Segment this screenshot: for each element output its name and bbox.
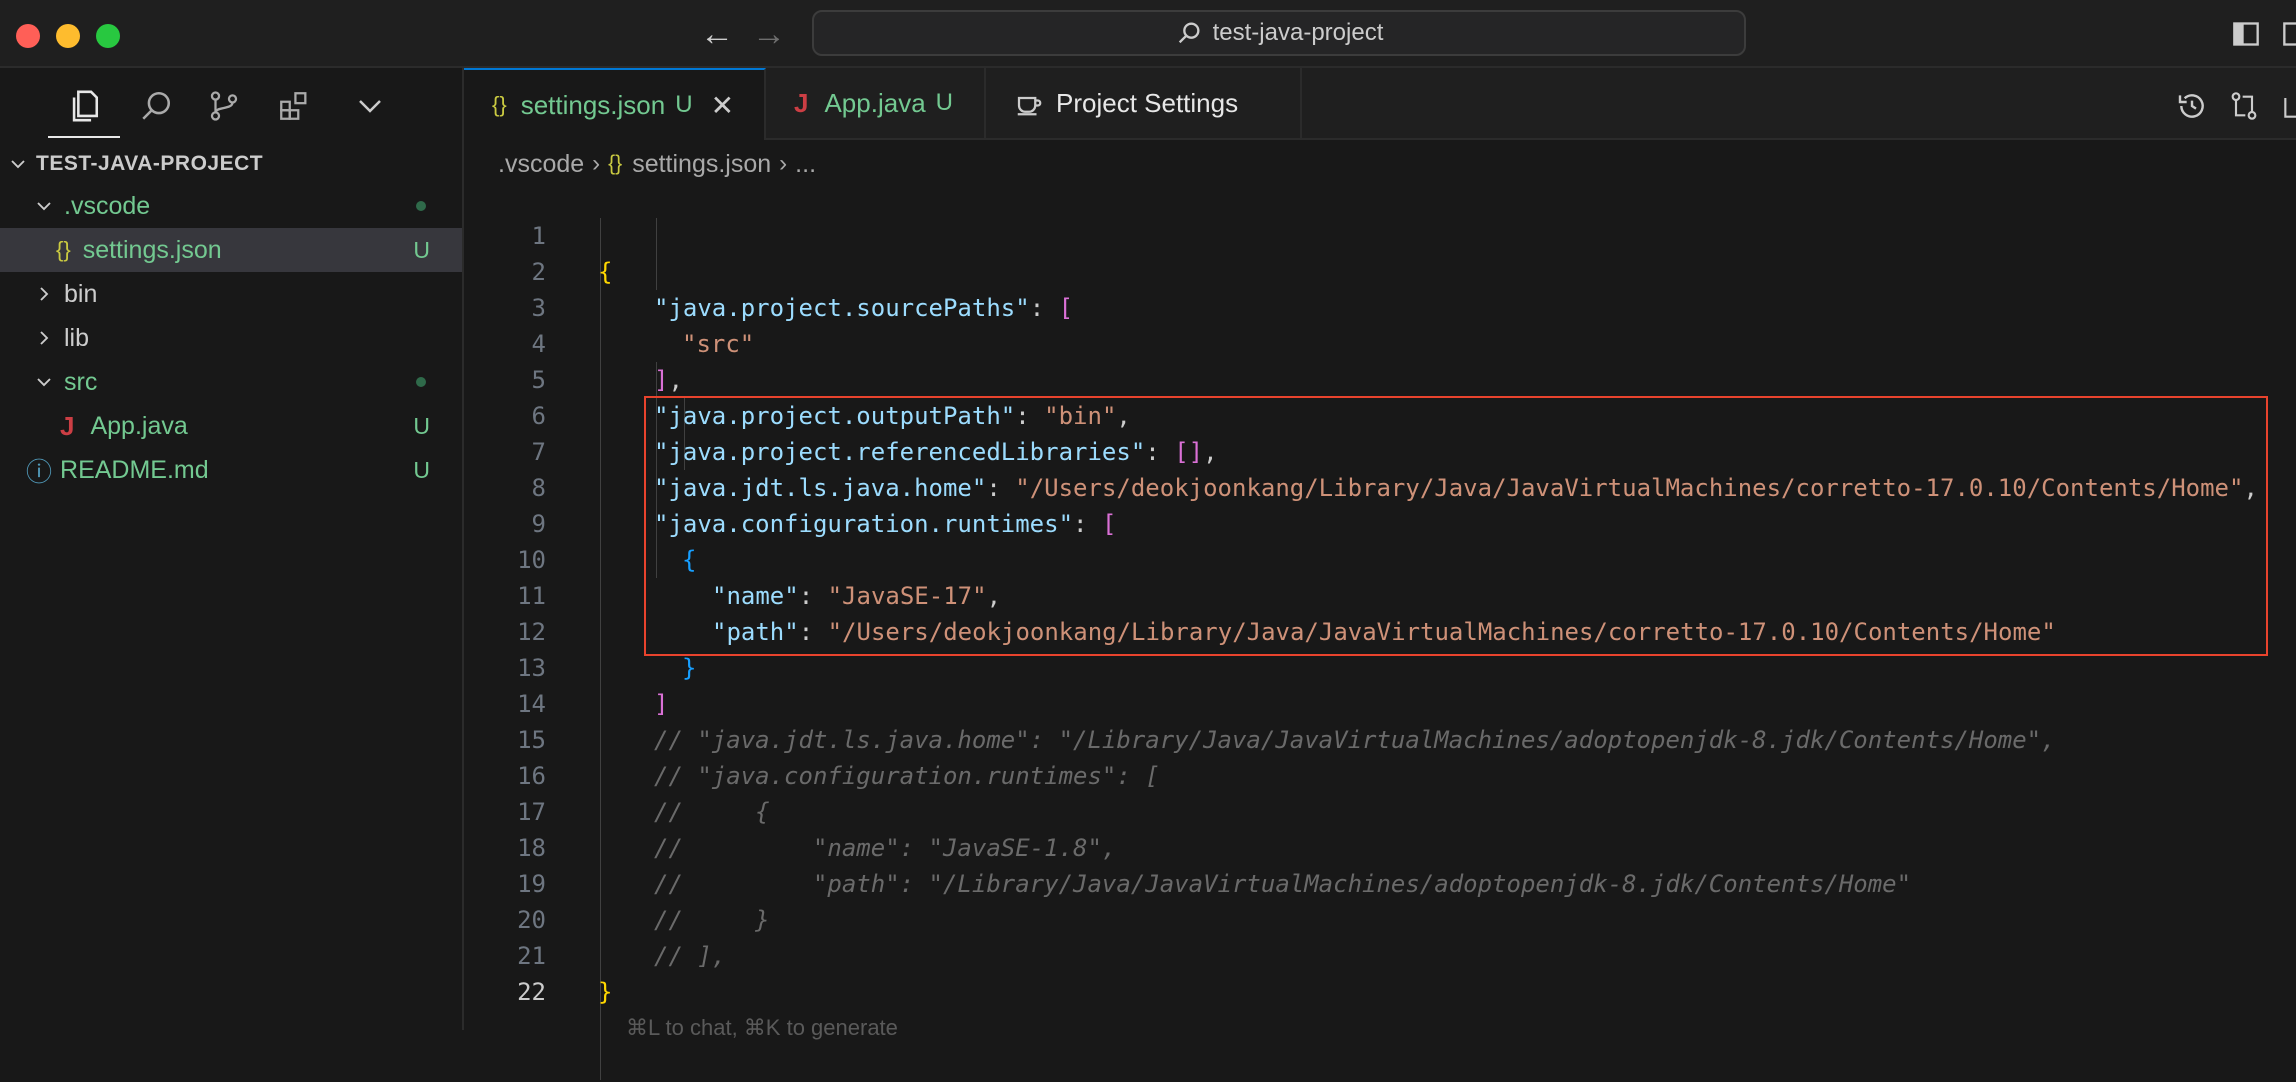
info-file-icon: ⓘ <box>26 456 53 487</box>
json-file-icon: {} <box>492 92 507 117</box>
compare-changes-icon[interactable] <box>2228 90 2260 122</box>
project-title: TEST-JAVA-PROJECT <box>36 152 264 175</box>
chevron-right-icon: › <box>592 150 601 177</box>
untracked-badge: U <box>935 89 953 116</box>
minimize-window-button[interactable] <box>56 24 80 48</box>
forward-arrow-icon[interactable]: → <box>752 14 786 54</box>
chevron-right-icon: › <box>779 150 788 177</box>
breadcrumb-folder[interactable]: .vscode <box>498 150 584 179</box>
code-line: 21 } <box>466 902 2296 1006</box>
tree-item-vscode-folder[interactable]: .vscode <box>0 184 462 228</box>
code-line: 2 "java.project.sourcePaths": [ <box>466 218 2296 322</box>
untracked-badge: U <box>413 412 430 439</box>
tree-item-label: settings.json <box>82 235 222 264</box>
tree-item-src-folder[interactable]: src <box>0 360 462 404</box>
files-icon <box>72 90 99 122</box>
tree-item-label: .vscode <box>64 191 151 220</box>
code-line: 15 // "java.configuration.runtimes": [ <box>466 686 2296 790</box>
code-line: 19 // } <box>466 830 2296 934</box>
explorer-sidebar: TEST-JAVA-PROJECT .vscode {} settings.js… <box>0 68 464 1030</box>
code-line: 1 { <box>466 182 2296 286</box>
maximize-window-button[interactable] <box>96 24 120 48</box>
chevron-down-icon <box>4 155 32 173</box>
timeline-history-icon[interactable] <box>2176 90 2208 122</box>
source-control-icon <box>210 91 238 121</box>
json-file-icon: {} <box>608 152 623 175</box>
highlight-annotation-box <box>644 396 2268 656</box>
tree-item-bin-folder[interactable]: bin <box>0 272 462 316</box>
code-line: 18 // "path": "/Library/Java/JavaVirtual… <box>466 794 2296 898</box>
tree-item-readme[interactable]: ⓘ README.md U <box>0 448 462 492</box>
close-window-button[interactable] <box>16 24 40 48</box>
editor-tab-bar: {} settings.json U ✕ J App.java U Projec… <box>464 68 2296 140</box>
active-view-indicator <box>48 136 120 138</box>
tab-label: App.java <box>824 87 926 118</box>
search-label: test-java-project <box>1212 19 1384 46</box>
tab-label: settings.json <box>520 89 666 120</box>
tree-item-label: README.md <box>60 455 209 484</box>
tree-item-label: src <box>64 367 98 396</box>
code-line: 6 "java.project.referencedLibraries": []… <box>466 362 2296 466</box>
breadcrumb-file[interactable]: settings.json <box>632 150 771 179</box>
ai-hint-text: ⌘L to chat, ⌘K to generate <box>626 1015 898 1040</box>
untracked-badge: U <box>413 456 430 483</box>
close-icon[interactable]: ✕ <box>711 89 734 122</box>
tree-item-label: lib <box>64 323 90 352</box>
chevron-down-icon <box>30 373 58 391</box>
coffee-cup-icon <box>1017 96 1042 116</box>
tab-app-java[interactable]: J App.java U <box>766 68 986 138</box>
breadcrumb: .vscode › {} settings.json › ... <box>498 146 816 182</box>
open-changes-icon[interactable] <box>2280 90 2296 122</box>
tree-item-app-java[interactable]: J App.java U <box>0 404 462 448</box>
tab-label: Project Settings <box>1056 87 1239 118</box>
title-bar: ← → test-java-project <box>0 0 2296 68</box>
project-root-header[interactable]: TEST-JAVA-PROJECT <box>0 142 462 186</box>
untracked-badge: U <box>413 236 430 263</box>
code-line: 4 ], <box>466 290 2296 394</box>
search-view-button[interactable] <box>134 84 178 128</box>
chevron-right-icon <box>30 329 58 347</box>
tab-project-settings[interactable]: Project Settings <box>986 68 1302 138</box>
tree-item-label: App.java <box>90 411 188 440</box>
chevron-down-icon <box>30 197 58 215</box>
toggle-panel-icon[interactable] <box>2282 20 2296 48</box>
code-line: 5 "java.project.outputPath": "bin", <box>466 326 2296 430</box>
breadcrumb-more[interactable]: ... <box>795 150 816 179</box>
explorer-view-button[interactable] <box>62 84 106 128</box>
modified-dot-icon <box>416 201 426 211</box>
code-line: 17 // "name": "JavaSE-1.8", <box>466 758 2296 862</box>
chevron-down-icon <box>359 100 381 113</box>
extensions-view-button[interactable] <box>272 84 316 128</box>
modified-dot-icon <box>416 377 426 387</box>
tree-item-label: bin <box>64 279 98 308</box>
tab-settings-json[interactable]: {} settings.json U ✕ <box>464 68 766 140</box>
tree-item-settings-json[interactable]: {} settings.json U <box>0 228 462 272</box>
toggle-sidebar-icon[interactable] <box>2232 20 2260 48</box>
extensions-icon <box>280 92 307 120</box>
search-icon <box>142 91 171 120</box>
tree-item-lib-folder[interactable]: lib <box>0 316 462 360</box>
more-views-button[interactable] <box>348 84 392 128</box>
json-file-icon: {} <box>56 237 71 262</box>
java-file-icon: J <box>794 87 809 118</box>
source-control-view-button[interactable] <box>202 84 246 128</box>
search-icon <box>1178 22 1200 44</box>
code-line: 3 "src" <box>466 254 2296 358</box>
back-arrow-icon[interactable]: ← <box>700 14 734 54</box>
java-file-icon: J <box>60 410 75 441</box>
chevron-right-icon <box>30 285 58 303</box>
line-number: 22 <box>517 978 546 1006</box>
code-line: 16 // { <box>466 722 2296 826</box>
command-center-search[interactable]: test-java-project <box>812 10 1746 56</box>
code-line: 20 // ], <box>466 866 2296 970</box>
code-line-current: 22 ⌘L to chat, ⌘K to generate <box>466 938 2296 1040</box>
untracked-badge: U <box>675 91 693 118</box>
